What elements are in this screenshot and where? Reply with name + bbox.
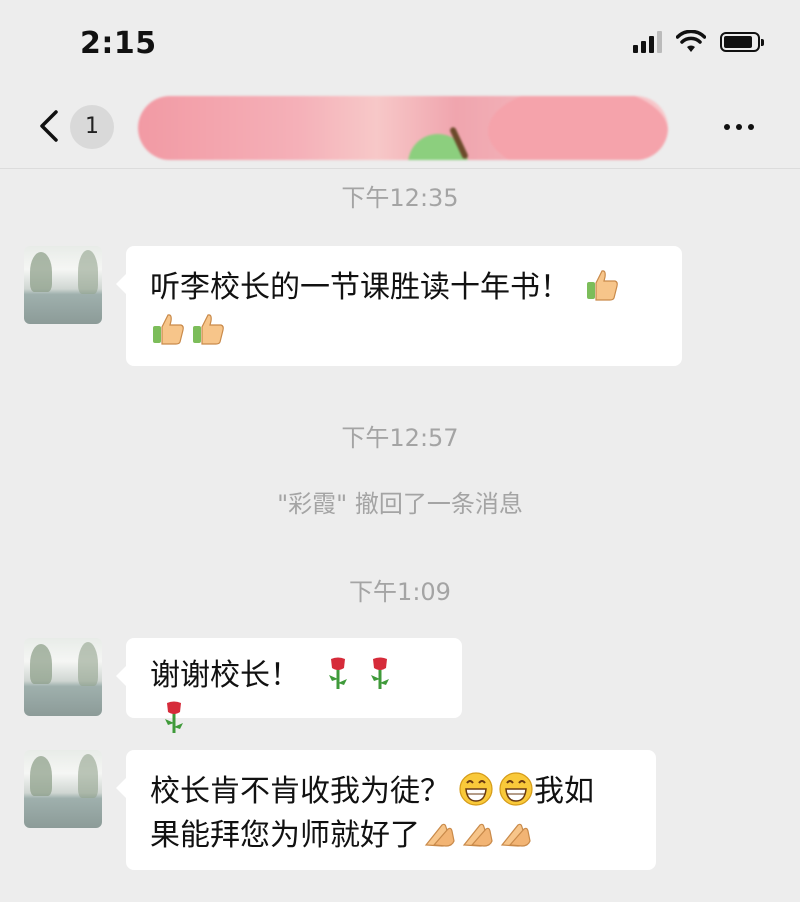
sender-avatar[interactable] xyxy=(24,246,102,324)
message-timestamp: 下午12:35 xyxy=(341,184,459,212)
nav-bar: 1 xyxy=(0,88,800,169)
rose-icon xyxy=(165,701,183,733)
unread-badge[interactable]: 1 xyxy=(70,105,114,149)
message-text: 听李校长的一节课胜读十年书！ xyxy=(150,270,570,305)
grin-icon xyxy=(459,772,493,806)
sender-avatar[interactable] xyxy=(24,750,102,828)
back-chevron-icon[interactable] xyxy=(34,106,64,146)
status-icons xyxy=(633,30,764,54)
thumbs-up-icon xyxy=(153,314,184,345)
more-options-icon[interactable] xyxy=(724,124,754,130)
recall-notice: "彩霞" 撤回了一条消息 xyxy=(277,490,523,518)
cellular-signal-icon xyxy=(633,31,662,53)
grin-icon xyxy=(499,772,533,806)
message-text: 谢谢校长！ xyxy=(150,658,300,693)
sender-avatar[interactable] xyxy=(24,638,102,716)
message-bubble[interactable]: 听李校长的一节课胜读十年书！ xyxy=(116,246,682,366)
message-text: 校长肯不肯收我为徒？ xyxy=(150,774,450,809)
message-bubble[interactable]: 校长肯不肯收我为徒？ 我如 果能拜您为师就好了 xyxy=(116,750,656,870)
rose-icon xyxy=(328,657,347,689)
message-text: 我如 xyxy=(534,774,594,809)
clap-icon xyxy=(500,823,531,847)
clap-icon xyxy=(424,823,455,847)
chat-area[interactable]: 下午12:35 听李校长的一节课胜读十年书！ 下午12:57 "彩霞" 撤回了一… xyxy=(0,168,800,902)
status-time: 2:15 xyxy=(80,26,157,61)
wifi-icon xyxy=(676,30,706,52)
status-bar: 2:15 xyxy=(0,0,800,88)
battery-icon xyxy=(720,32,764,52)
thumbs-up-icon xyxy=(586,270,618,301)
rose-icon xyxy=(370,657,389,689)
message-timestamp: 下午1:09 xyxy=(349,578,451,606)
thumbs-up-icon xyxy=(193,314,224,345)
message-bubble[interactable]: 谢谢校长！ xyxy=(116,638,462,733)
chat-title-blurred xyxy=(138,96,668,160)
message-text: 果能拜您为师就好了 xyxy=(150,818,420,853)
clap-icon xyxy=(462,823,493,847)
message-timestamp: 下午12:57 xyxy=(341,424,459,452)
